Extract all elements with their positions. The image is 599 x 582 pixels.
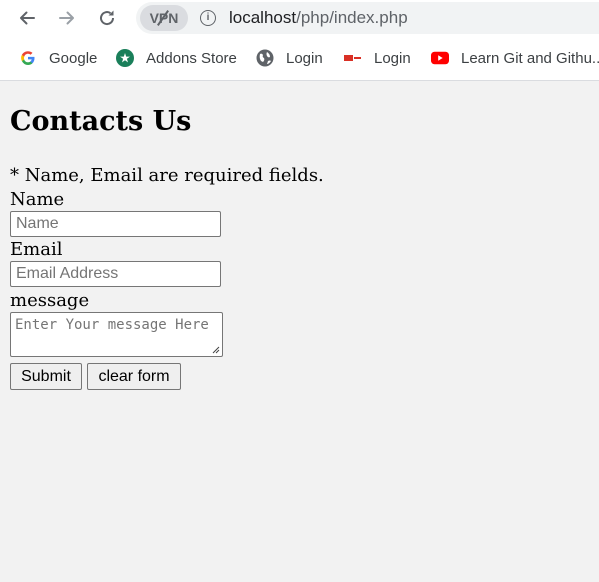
- bookmark-label: Learn Git and Githu...: [461, 49, 599, 67]
- bookmarks-bar: Google Addons Store Login Login Learn Gi…: [0, 36, 599, 81]
- addons-store-icon: [116, 49, 134, 67]
- email-input[interactable]: [10, 261, 221, 287]
- bookmark-label: Login: [374, 49, 411, 67]
- bookmark-login-1[interactable]: Login: [256, 48, 323, 68]
- name-label: Name: [10, 189, 65, 210]
- bookmark-youtube[interactable]: Learn Git and Githu...: [431, 48, 599, 68]
- login-site-icon: [344, 49, 362, 67]
- message-placeholder: Enter Your message Here: [15, 317, 209, 333]
- url-path: /php/index.php: [296, 8, 408, 27]
- resize-grip-icon[interactable]: [212, 346, 220, 354]
- google-icon: [19, 49, 37, 67]
- youtube-icon: [431, 49, 449, 67]
- forward-button[interactable]: [53, 4, 81, 32]
- vpn-badge[interactable]: VPN: [140, 5, 188, 31]
- message-textarea[interactable]: Enter Your message Here: [10, 312, 223, 357]
- forward-arrow-icon: [59, 11, 74, 25]
- bookmark-google[interactable]: Google: [19, 48, 97, 68]
- page-title: Contacts Us: [10, 106, 192, 137]
- name-input[interactable]: [10, 211, 221, 237]
- browser-toolbar: VPN i localhost/php/index.php: [0, 0, 599, 36]
- required-note: * Name, Email are required fields.: [10, 165, 324, 186]
- clear-form-button[interactable]: clear form: [87, 363, 181, 390]
- address-bar[interactable]: VPN i localhost/php/index.php: [136, 2, 599, 34]
- bookmark-label: Google: [49, 49, 98, 67]
- site-info-icon[interactable]: i: [200, 10, 216, 26]
- bookmark-addons-store[interactable]: Addons Store: [116, 48, 237, 68]
- submit-button[interactable]: Submit: [10, 363, 82, 390]
- bookmark-login-2[interactable]: Login: [344, 48, 411, 68]
- back-arrow-icon: [20, 11, 35, 25]
- bookmark-label: Addons Store: [146, 49, 237, 67]
- bookmark-label: Login: [286, 49, 323, 67]
- reload-icon: [100, 10, 115, 26]
- reload-button[interactable]: [93, 4, 121, 32]
- url-host: localhost: [229, 8, 297, 27]
- back-button[interactable]: [13, 4, 41, 32]
- email-label: Email: [10, 239, 63, 260]
- message-label: message: [10, 290, 90, 311]
- url-text[interactable]: localhost/php/index.php: [229, 8, 408, 28]
- globe-icon: [256, 49, 274, 67]
